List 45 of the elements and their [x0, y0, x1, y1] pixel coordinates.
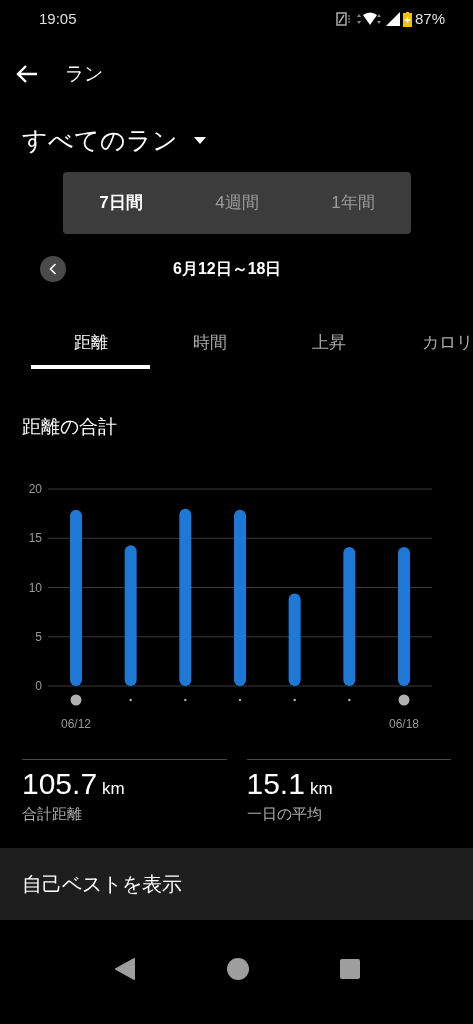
status-time: 19:05: [39, 8, 77, 29]
wifi-icon: [354, 12, 383, 26]
caret-icon: [194, 137, 206, 145]
stat-value: 105.7: [22, 766, 98, 802]
previous-button[interactable]: [40, 255, 66, 282]
stat-label: 一日の平均: [246, 805, 322, 822]
day-dot: [293, 698, 296, 702]
period-option[interactable]: 1年間: [295, 171, 411, 234]
axis-label: 20: [28, 482, 42, 496]
stat-value: 15.1: [246, 766, 305, 802]
axis-label: 15: [28, 531, 42, 546]
axis-label: 10: [28, 580, 42, 595]
metric-tab[interactable]: 時間: [150, 320, 269, 369]
day-marker: [70, 694, 82, 706]
axis-label: 06/12: [61, 717, 91, 731]
date-range: 6月12日～18日: [173, 258, 282, 279]
metric-tab[interactable]: カロリ: [388, 320, 473, 369]
metric-tab[interactable]: 上昇: [269, 320, 388, 369]
page-title: ラン: [65, 61, 103, 86]
battery-icon: [402, 11, 412, 27]
vibrate-icon: [335, 12, 352, 26]
personal-best-button[interactable]: 自己ベストを表示: [0, 848, 473, 920]
nav-back-button[interactable]: [113, 957, 136, 981]
axis-label: 0: [35, 679, 42, 693]
chart-title: 距離の合計: [22, 414, 118, 439]
day-dot: [348, 698, 351, 702]
back-arrow-icon: [16, 64, 38, 84]
period-option[interactable]: 4週間: [179, 171, 295, 234]
nav-recents-button[interactable]: [339, 959, 360, 979]
signal-icon: [385, 12, 400, 26]
run-filter-dropdown[interactable]: すべてのラン: [22, 122, 206, 160]
chevron-left-icon: [49, 262, 57, 275]
day-dot: [238, 698, 242, 702]
stat-unit: km: [309, 778, 333, 800]
day-marker: [398, 694, 410, 706]
metric-tab[interactable]: 距離: [31, 320, 150, 369]
period-option[interactable]: 7日間: [63, 171, 179, 234]
axis-label: 5: [35, 629, 42, 644]
nav-home-button[interactable]: [225, 957, 250, 981]
day-dot: [129, 698, 132, 702]
battery-percent: 87%: [414, 8, 445, 29]
stat-label: 合計距離: [22, 805, 82, 822]
day-dot: [184, 698, 187, 702]
axis-label: 06/18: [389, 717, 419, 731]
stat-unit: km: [102, 778, 125, 800]
